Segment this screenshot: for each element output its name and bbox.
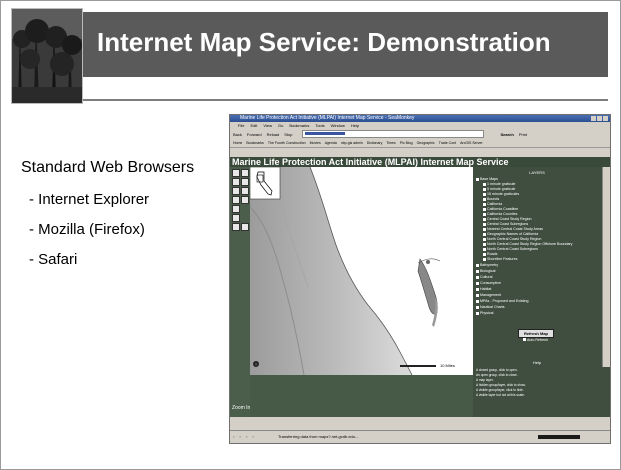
map-scale-label: 10 Miles: [440, 363, 455, 368]
bookmarks-bar: Home Bookmarks The Fourth Construction M…: [230, 139, 610, 148]
identify-tool-icon[interactable]: [232, 187, 240, 195]
bookmark-item[interactable]: The Fourth Construction: [268, 139, 306, 147]
map-view[interactable]: i 10 Miles: [250, 167, 473, 375]
bookmark-item[interactable]: nbp-gis admin: [341, 139, 363, 147]
status-text: Transferring data from maps?.net-gvdb.ed…: [278, 434, 359, 439]
layer-item[interactable]: Consumptive: [476, 281, 501, 286]
close-icon[interactable]: [603, 116, 608, 121]
help-item: A visible layer but not at this scale.: [476, 393, 525, 397]
title-bar: Internet Map Service: Demonstration: [15, 12, 608, 77]
zoom-out-tool-icon[interactable]: [241, 169, 249, 177]
menu-go[interactable]: Go: [278, 122, 283, 129]
auto-refresh-checkbox[interactable]: Auto Refresh: [523, 338, 548, 342]
help-item: A visible group/layer, click to hide.: [476, 388, 524, 392]
maximize-icon[interactable]: [597, 116, 602, 121]
map-toolbar: [230, 167, 250, 417]
browser-window-title: Marine Life Protection Act Initiative (M…: [240, 115, 415, 121]
bullet-list: Standard Web Browsers - Internet Explore…: [21, 159, 194, 281]
back-button[interactable]: Back: [233, 132, 242, 137]
refresh-map-button[interactable]: Refresh Map: [518, 329, 554, 338]
bullet-item: - Safari: [29, 251, 78, 268]
browser-screenshot: Marine Life Protection Act Initiative (M…: [229, 114, 611, 444]
menu-edit[interactable]: Edit: [250, 122, 257, 129]
query-tool-icon[interactable]: [232, 205, 240, 213]
bookmark-item[interactable]: Pic Blog: [400, 139, 413, 147]
bookmark-item[interactable]: Times: [386, 139, 395, 147]
pan-tool-icon[interactable]: [232, 178, 240, 186]
menu-tools[interactable]: Tools: [315, 122, 324, 129]
layer-item[interactable]: Habitat: [476, 287, 491, 292]
browser-status-bar: ▫ ▫ ▫ ▫ Transferring data from maps?.net…: [230, 430, 610, 443]
layer-item[interactable]: Nautical Charts: [476, 305, 505, 310]
print-tool-icon[interactable]: [232, 223, 240, 231]
menu-help[interactable]: Help: [351, 122, 359, 129]
browser-title-bar: Marine Life Protection Act Initiative (M…: [230, 115, 610, 122]
help-item: A map layer.: [476, 378, 494, 382]
bullet-item: - Mozilla (Firefox): [29, 221, 145, 238]
menu-bookmarks[interactable]: Bookmarks: [289, 122, 309, 129]
status-icons: ▫ ▫ ▫ ▫: [233, 434, 257, 439]
bookmark-item[interactable]: Geographic: [417, 139, 435, 147]
layer-item[interactable]: Cultural: [476, 275, 492, 280]
layer-item[interactable]: Bathymetry: [476, 263, 498, 268]
help-item: A hidden group/layer, click to show.: [476, 383, 526, 387]
help-item: An open group, click to close.: [476, 373, 518, 377]
menu-view[interactable]: View: [263, 122, 272, 129]
map-service-page: Marine Life Protection Act Initiative (M…: [230, 157, 610, 417]
reload-button[interactable]: Reload: [267, 132, 280, 137]
bullet-heading: Standard Web Browsers: [21, 159, 195, 176]
bullet-item: - Internet Explorer: [29, 191, 150, 208]
browser-nav-bar: Back Forward Reload Stop Search Print: [230, 129, 610, 139]
zoom-in-tool-icon[interactable]: [232, 169, 240, 177]
presentation-slide: Internet Map Service: Demonstration Stan…: [0, 0, 621, 470]
layers-title: LAYERS: [529, 170, 545, 175]
browser-menu-bar: File Edit View Go Bookmarks Tools Window…: [230, 122, 610, 129]
layer-item[interactable]: Management: [476, 293, 501, 298]
menu-file[interactable]: File: [238, 122, 244, 129]
minimize-icon[interactable]: [591, 116, 596, 121]
help-tool-icon[interactable]: [241, 223, 249, 231]
window-controls: [591, 116, 608, 121]
bookmark-item[interactable]: Dictionary: [367, 139, 383, 147]
layer-item[interactable]: Physical: [476, 311, 493, 316]
address-selection: [304, 132, 345, 135]
slide-title: Internet Map Service: Demonstration: [97, 27, 551, 57]
layer-item[interactable]: Biological: [476, 269, 495, 274]
forward-button[interactable]: Forward: [247, 132, 262, 137]
menu-window[interactable]: Window: [331, 122, 345, 129]
title-divider: [83, 99, 608, 101]
bookmark-item[interactable]: Movies: [310, 139, 321, 147]
find-tool-icon[interactable]: [232, 214, 240, 222]
bookmark-item[interactable]: Agenda: [325, 139, 337, 147]
progress-bar: [538, 435, 580, 439]
search-button[interactable]: Search: [501, 132, 514, 137]
layers-scrollbar[interactable]: [602, 167, 610, 367]
help-item: A closed group, click to open.: [476, 368, 518, 372]
zoom-to-label: Zoom In: [232, 405, 251, 411]
layer-item[interactable]: Shoreline Features: [483, 257, 517, 262]
address-bar[interactable]: [301, 130, 484, 138]
forest-thumbnail-image: [11, 8, 83, 104]
layers-panel: LAYERS Base Maps 1 minute graticule 5 mi…: [473, 167, 610, 417]
map-page-header: Marine Life Protection Act Initiative (M…: [230, 157, 610, 167]
print-button[interactable]: Print: [519, 132, 527, 137]
stop-button[interactable]: Stop: [284, 132, 292, 137]
bookmark-item[interactable]: ArcGIS Server: [460, 139, 483, 147]
back-extent-tool-icon[interactable]: [241, 187, 249, 195]
select-tool-icon[interactable]: [232, 196, 240, 204]
bookmark-item[interactable]: Bookmarks: [246, 139, 264, 147]
full-extent-tool-icon[interactable]: [241, 178, 249, 186]
help-title: Help: [532, 360, 542, 365]
bookmark-item[interactable]: Trade Cont: [439, 139, 456, 147]
measure-tool-icon[interactable]: [241, 196, 249, 204]
layer-item[interactable]: MPAs - Proposed and Existing: [476, 299, 528, 304]
bookmark-item[interactable]: Home: [233, 139, 242, 147]
